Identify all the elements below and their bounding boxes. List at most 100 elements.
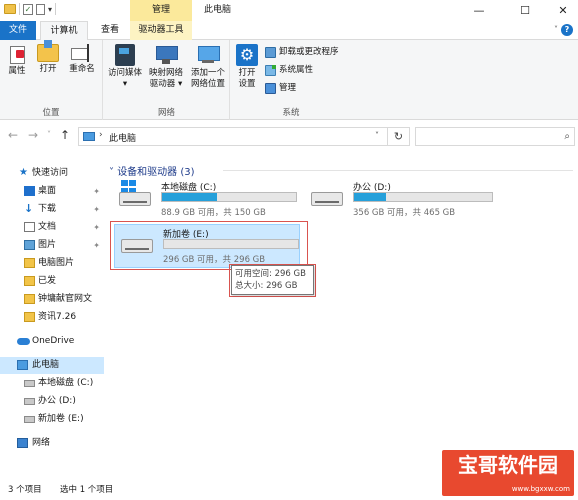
title-bar: ✓ ▾ 管理 此电脑 — ☐ ✕ <box>0 0 578 21</box>
sidebar-item-documents[interactable]: 文档 ✦ <box>0 219 104 236</box>
up-arrow-icon[interactable]: ↑ <box>60 128 70 142</box>
sidebar-item-pictures[interactable]: 图片 ✦ <box>0 237 104 254</box>
map-network-drive-button[interactable]: 映射网络 驱动器 ▾ <box>146 44 186 90</box>
context-tab-header: 管理 <box>130 0 192 21</box>
sidebar-item-label: 此电脑 <box>32 360 60 370</box>
system-properties-icon <box>265 64 276 76</box>
sidebar-item-label: 办公 (D:) <box>38 396 76 406</box>
access-media-button[interactable]: 访问媒体 ▾ <box>106 44 144 90</box>
open-label: 打开 <box>39 64 57 74</box>
forward-arrow-icon[interactable]: → <box>28 128 38 142</box>
address-bar[interactable]: › 此电脑 ˅ ↻ <box>78 127 410 146</box>
sidebar-item-folder[interactable]: 钟墉献官网文 <box>0 291 104 308</box>
drive-usage-fill <box>354 193 386 201</box>
properties-check-icon[interactable]: ✓ <box>23 3 33 15</box>
folder-icon <box>4 4 16 14</box>
sidebar-item-label: 已发 <box>38 276 57 286</box>
sidebar-item-desktop[interactable]: 桌面 ✦ <box>0 183 104 200</box>
ribbon-tabs: 文件 计算机 查看 驱动器工具 ˅ ? <box>0 21 578 41</box>
folder-icon <box>24 258 35 268</box>
divider <box>223 170 573 171</box>
search-icon[interactable]: ⌕ <box>564 131 570 142</box>
quick-access-toolbar: ✓ ▾ <box>4 3 57 15</box>
chevron-down-icon[interactable]: ˅ <box>375 131 379 140</box>
pin-icon[interactable]: ✦ <box>93 183 100 200</box>
selected-count: 选中 1 个项目 <box>60 485 114 495</box>
tab-computer[interactable]: 计算机 <box>40 21 88 41</box>
download-icon: ↓ <box>24 202 34 215</box>
folder-icon <box>24 294 35 304</box>
drive-tile-d[interactable]: 办公 (D:) 356 GB 可用，共 465 GB <box>305 178 493 222</box>
drive-free-space: 356 GB 可用，共 465 GB <box>353 208 456 218</box>
drive-usage-bar <box>161 192 297 202</box>
manage-icon <box>265 82 276 94</box>
separator <box>55 3 57 15</box>
sidebar-item-drive-c[interactable]: 本地磁盘 (C:) <box>0 375 104 392</box>
drive-icon <box>24 380 35 387</box>
system-properties-button[interactable]: 系统属性 <box>265 64 313 76</box>
map-drive-label-2: 驱动器 ▾ <box>149 79 183 89</box>
back-arrow-icon[interactable]: ← <box>8 128 18 142</box>
sidebar-item-folder[interactable]: 电脑图片 <box>0 255 104 272</box>
access-media-label: 访问媒体 <box>107 68 142 78</box>
chevron-down-icon[interactable]: ˅ <box>554 25 558 34</box>
rename-button[interactable]: 重命名 <box>64 44 100 75</box>
open-settings-label-1: 打开 <box>238 68 256 78</box>
properties-button[interactable]: 属性 <box>4 44 30 77</box>
tab-drive-tools[interactable]: 驱动器工具 <box>130 21 192 40</box>
new-folder-icon[interactable] <box>36 3 45 15</box>
chevron-down-icon[interactable]: ▾ <box>48 5 52 14</box>
manage-button[interactable]: 管理 <box>265 82 296 94</box>
hard-drive-icon <box>119 192 151 206</box>
sidebar-item-label: 本地磁盘 (C:) <box>38 378 94 388</box>
maximize-button[interactable]: ☐ <box>510 0 540 21</box>
folder-icon <box>24 276 35 286</box>
drive-tile-c[interactable]: 本地磁盘 (C:) 88.9 GB 可用，共 150 GB <box>113 178 299 222</box>
recent-locations-chevron-icon[interactable]: ˅ <box>47 130 51 139</box>
search-box[interactable]: ⌕ <box>415 127 575 146</box>
manage-label: 管理 <box>279 83 297 93</box>
group-label: 系统 <box>282 108 300 118</box>
drive-tooltip: 可用空间: 296 GB 总大小: 296 GB <box>231 265 314 295</box>
this-pc-icon <box>83 132 95 141</box>
sidebar-item-label: 新加卷 (E:) <box>38 414 84 424</box>
sidebar-item-downloads[interactable]: ↓ 下载 ✦ <box>0 201 104 218</box>
open-settings-button[interactable]: 打开 设置 <box>233 44 261 90</box>
location-group: 属性 打开 重命名 位置 <box>0 40 103 120</box>
pin-icon[interactable]: ✦ <box>93 219 100 236</box>
network-group: 访问媒体 ▾ 映射网络 驱动器 ▾ 添加一个 网络位置 网络 <box>104 40 230 120</box>
tab-view[interactable]: 查看 <box>92 21 128 40</box>
pin-icon[interactable]: ✦ <box>93 201 100 218</box>
breadcrumb-separator[interactable]: › <box>99 130 103 140</box>
sidebar-item-folder[interactable]: 资讯7.26 <box>0 309 104 326</box>
network-location-icon <box>196 44 220 66</box>
drive-usage-bar <box>353 192 493 202</box>
section-title: 设备和驱动器 (3) <box>117 167 195 178</box>
open-button[interactable]: 打开 <box>35 40 61 75</box>
sidebar-item-drive-d[interactable]: 办公 (D:) <box>0 393 104 410</box>
tab-file[interactable]: 文件 <box>0 21 36 40</box>
minimize-button[interactable]: — <box>464 0 494 21</box>
uninstall-icon <box>265 46 276 58</box>
sidebar-item-onedrive[interactable]: OneDrive <box>0 333 104 350</box>
refresh-icon[interactable]: ↻ <box>387 128 409 145</box>
sidebar-item-drive-e[interactable]: 新加卷 (E:) <box>0 411 104 428</box>
watermark-text: 宝哥软件园 <box>458 453 558 477</box>
uninstall-program-button[interactable]: 卸载或更改程序 <box>265 46 339 58</box>
sidebar-item-quick-access[interactable]: ★ 快速访问 <box>0 165 104 182</box>
hard-drive-icon <box>311 192 343 206</box>
help-icon[interactable]: ? <box>561 24 573 36</box>
section-header[interactable]: ˅ 设备和驱动器 (3) <box>109 163 195 178</box>
add-network-location-button[interactable]: 添加一个 网络位置 <box>187 44 229 90</box>
window-title: 此电脑 <box>204 5 232 15</box>
folder-icon <box>24 312 35 322</box>
sidebar-item-network[interactable]: 网络 <box>0 435 104 452</box>
content-pane: ˅ 设备和驱动器 (3) 本地磁盘 (C:) 88.9 GB 可用，共 150 … <box>105 151 578 481</box>
map-drive-icon <box>154 44 178 66</box>
sidebar-item-this-pc[interactable]: 此电脑 <box>0 357 104 374</box>
pin-icon[interactable]: ✦ <box>93 237 100 254</box>
sidebar-item-folder[interactable]: 已发 <box>0 273 104 290</box>
open-settings-label-2: 设置 <box>238 79 256 89</box>
close-button[interactable]: ✕ <box>548 0 578 21</box>
breadcrumb-this-pc[interactable]: 此电脑 <box>109 131 136 144</box>
